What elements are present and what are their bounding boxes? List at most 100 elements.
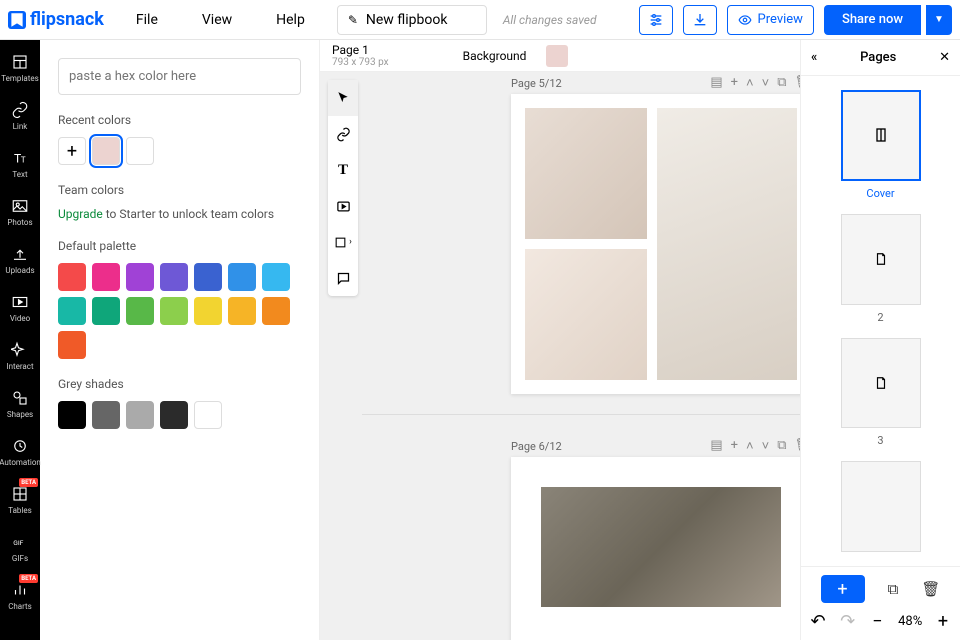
link-tool[interactable] xyxy=(328,116,358,152)
share-button[interactable]: Share now xyxy=(824,5,921,35)
sidebar-item-tables[interactable]: TablesBETA xyxy=(0,476,40,524)
sidebar-item-templates[interactable]: Templates xyxy=(0,44,40,92)
color-swatch[interactable] xyxy=(58,263,86,291)
sidebar-item-shapes[interactable]: Shapes xyxy=(0,380,40,428)
background-swatch[interactable] xyxy=(546,45,568,67)
logo[interactable]: flipsnack xyxy=(8,9,104,30)
page-strip: Page 5/12 ▤ + ˄ ˅ ⧉ 🗑 xyxy=(511,72,811,94)
page-strip: Page 6/12 ▤ + ˄ ˅ ⧉ 🗑 xyxy=(511,435,811,457)
sidebar-item-video[interactable]: Video xyxy=(0,284,40,332)
page-up-icon[interactable]: ˄ xyxy=(746,438,754,454)
color-swatch[interactable] xyxy=(160,401,188,429)
page-canvas[interactable] xyxy=(511,94,811,394)
settings-button[interactable] xyxy=(639,5,673,35)
thumbnail-label: 2 xyxy=(877,311,883,324)
zoom-out-button[interactable]: − xyxy=(868,611,886,632)
default-palette-row xyxy=(58,263,301,359)
color-swatch[interactable] xyxy=(228,297,256,325)
page-comment-icon[interactable]: ▤ xyxy=(710,75,722,91)
color-swatch[interactable] xyxy=(194,263,222,291)
page-thumbnail[interactable] xyxy=(841,214,921,305)
undo-icon[interactable]: ↶ xyxy=(809,611,827,632)
page-number-label: Page 6/12 xyxy=(511,440,562,453)
collapse-panel-icon[interactable]: « xyxy=(811,50,817,65)
download-button[interactable] xyxy=(683,5,717,35)
pages-panel-footer: + ⧉ 🗑 ↶ ↷ − 48% + xyxy=(801,566,960,640)
sidebar-item-interact[interactable]: Interact xyxy=(0,332,40,380)
add-page-button[interactable]: + xyxy=(821,575,865,603)
page-block: Page 5/12 ▤ + ˄ ˅ ⧉ 🗑 xyxy=(511,72,811,394)
color-swatch[interactable] xyxy=(92,297,120,325)
color-swatch[interactable] xyxy=(58,297,86,325)
logo-icon xyxy=(8,11,26,29)
page-add-icon[interactable]: + xyxy=(731,75,738,91)
color-swatch[interactable] xyxy=(92,401,120,429)
page-thumbnail[interactable] xyxy=(841,338,921,429)
color-swatch[interactable] xyxy=(58,331,86,359)
video-tool[interactable] xyxy=(328,188,358,224)
sidebar-item-automation[interactable]: Automation xyxy=(0,428,40,476)
page-dimensions: 793 x 793 px xyxy=(332,57,389,68)
page-thumbnail[interactable] xyxy=(841,90,921,181)
doc-title-input[interactable]: ✎ New flipbook xyxy=(337,5,487,35)
menu-view[interactable]: View xyxy=(182,12,252,28)
page-up-icon[interactable]: ˄ xyxy=(746,75,754,91)
color-swatch[interactable] xyxy=(262,263,290,291)
page-thumbnail[interactable] xyxy=(841,461,921,552)
left-toolbar: TemplatesLinkTTTextPhotosUploadsVideoInt… xyxy=(0,40,40,640)
default-palette-title: Default palette xyxy=(58,239,301,253)
color-swatch[interactable] xyxy=(126,297,154,325)
sidebar-item-link[interactable]: Link xyxy=(0,92,40,140)
color-swatch[interactable] xyxy=(92,263,120,291)
thumbnail-label: 3 xyxy=(877,434,883,447)
doc-title-text: New flipbook xyxy=(366,12,448,28)
color-swatch[interactable] xyxy=(126,137,154,165)
thumbnails: Cover 2 3 xyxy=(801,76,960,566)
share-dropdown[interactable]: ▼ xyxy=(926,5,952,35)
page-number-label: Page 5/12 xyxy=(511,77,562,90)
brand-text: flipsnack xyxy=(30,9,104,30)
duplicate-page-icon[interactable]: ⧉ xyxy=(888,580,899,598)
page-add-icon[interactable]: + xyxy=(731,438,738,454)
upgrade-link[interactable]: Upgrade xyxy=(58,207,103,221)
comment-tool[interactable] xyxy=(328,260,358,296)
sidebar-item-charts[interactable]: ChartsBETA xyxy=(0,572,40,620)
grey-shades-row xyxy=(58,401,301,429)
delete-page-icon[interactable]: 🗑 xyxy=(921,580,940,598)
color-swatch[interactable] xyxy=(228,263,256,291)
redo-icon[interactable]: ↷ xyxy=(839,611,857,632)
page-down-icon[interactable]: ˅ xyxy=(762,438,770,454)
page-comment-icon[interactable]: ▤ xyxy=(710,438,722,454)
color-swatch[interactable] xyxy=(160,297,188,325)
canvas-image[interactable] xyxy=(525,108,647,239)
color-swatch[interactable] xyxy=(126,401,154,429)
shape-tool[interactable]: › xyxy=(328,224,358,260)
color-swatch[interactable] xyxy=(58,401,86,429)
sidebar-item-gifs[interactable]: GIFGIFs xyxy=(0,524,40,572)
hex-input[interactable] xyxy=(58,58,301,95)
color-swatch[interactable] xyxy=(194,401,222,429)
menu-file[interactable]: File xyxy=(116,12,178,28)
menu-help[interactable]: Help xyxy=(256,12,325,28)
color-swatch[interactable] xyxy=(262,297,290,325)
text-tool[interactable]: T xyxy=(328,152,358,188)
color-swatch[interactable] xyxy=(160,263,188,291)
sidebar-item-text[interactable]: TTText xyxy=(0,140,40,188)
sidebar-item-uploads[interactable]: Uploads xyxy=(0,236,40,284)
canvas-image[interactable] xyxy=(541,487,781,607)
close-panel-icon[interactable]: ✕ xyxy=(939,50,950,65)
page-down-icon[interactable]: ˅ xyxy=(762,75,770,91)
page-canvas[interactable] xyxy=(511,457,811,640)
page-duplicate-icon[interactable]: ⧉ xyxy=(777,438,786,454)
preview-button[interactable]: Preview xyxy=(727,5,814,35)
canvas-image[interactable] xyxy=(657,108,797,380)
color-swatch[interactable] xyxy=(194,297,222,325)
canvas-image[interactable] xyxy=(525,249,647,380)
cursor-tool[interactable] xyxy=(328,80,358,116)
zoom-in-button[interactable]: + xyxy=(934,611,952,632)
color-swatch[interactable] xyxy=(126,263,154,291)
color-swatch[interactable] xyxy=(92,137,120,165)
sidebar-item-photos[interactable]: Photos xyxy=(0,188,40,236)
page-duplicate-icon[interactable]: ⧉ xyxy=(777,75,786,91)
add-color-button[interactable]: + xyxy=(58,137,86,165)
